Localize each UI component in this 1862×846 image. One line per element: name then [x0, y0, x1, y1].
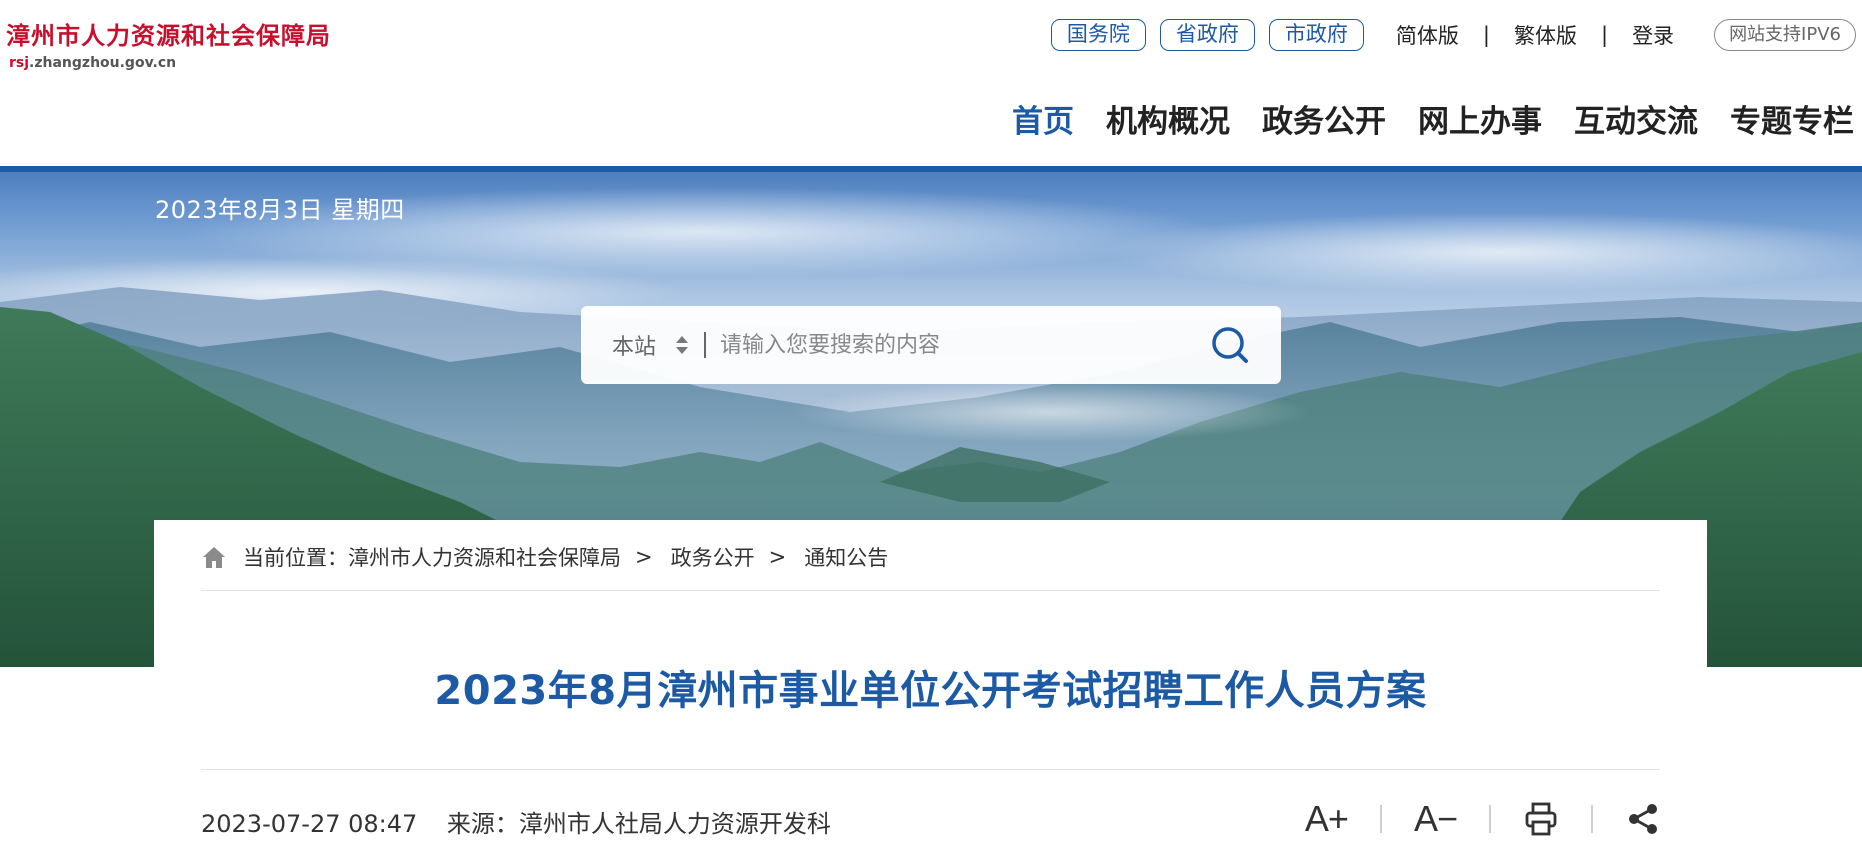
site-url: rsj.zhangzhou.gov.cn [9, 55, 331, 71]
search-scope-select[interactable]: 本站 [612, 329, 689, 361]
tool-separator [1489, 805, 1491, 833]
breadcrumb-item-government-affairs[interactable]: 政务公开 [671, 542, 755, 572]
search-divider [704, 332, 707, 358]
breadcrumb-prefix: 当前位置： [243, 546, 348, 570]
article-title: 2023年8月漳州市事业单位公开考试招聘工作人员方案 [434, 668, 1427, 714]
print-button[interactable] [1523, 798, 1559, 840]
search-input[interactable] [720, 332, 1181, 358]
breadcrumb-separator: > [768, 545, 787, 569]
tool-separator [1591, 805, 1593, 833]
tool-separator [1379, 805, 1382, 833]
font-decrease-button[interactable]: A− [1414, 798, 1458, 840]
breadcrumb-separator: > [635, 545, 653, 569]
lang-simplified-link[interactable]: 简体版 [1396, 20, 1459, 50]
article-tools: A+ A− [1305, 798, 1661, 840]
link-state-council[interactable]: 国务院 [1050, 19, 1146, 51]
breadcrumb-divider [201, 590, 1660, 591]
link-provincial-gov[interactable]: 省政府 [1159, 19, 1255, 51]
breadcrumb: 当前位置： 漳州市人力资源和社会保障局 > 政务公开 > 通知公告 [201, 542, 888, 572]
main-nav: 首页 机构概况 政务公开 网上办事 互动交流 专题专栏 [980, 96, 1854, 141]
site-url-domain: .zhangzhou.gov.cn [29, 55, 177, 71]
nav-online-services[interactable]: 网上办事 [1418, 96, 1542, 141]
title-divider [201, 769, 1660, 770]
sort-arrows-icon [676, 334, 689, 356]
ipv6-badge: 网站支持IPV6 [1714, 19, 1856, 51]
search-box: 本站 [581, 306, 1281, 384]
nav-organization[interactable]: 机构概况 [1106, 96, 1230, 141]
article-source: 来源：漳州市人社局人力资源开发科 [446, 810, 831, 838]
top-separator: | [1482, 23, 1490, 47]
nav-government-affairs[interactable]: 政务公开 [1262, 96, 1386, 141]
search-button[interactable] [1209, 324, 1251, 366]
lang-traditional-link[interactable]: 繁体版 [1514, 20, 1577, 50]
breadcrumb-item-home[interactable]: 漳州市人力资源和社会保障局 [348, 542, 621, 572]
search-icon [1212, 327, 1248, 363]
breadcrumb-item-notices[interactable]: 通知公告 [804, 542, 888, 572]
print-icon [1525, 802, 1557, 836]
site-logo[interactable]: 漳州市人力资源和社会保障局 rsj.zhangzhou.gov.cn [6, 16, 331, 71]
nav-interaction[interactable]: 互动交流 [1574, 96, 1698, 141]
article-card: 当前位置： 漳州市人力资源和社会保障局 > 政务公开 > 通知公告 2023年8… [154, 520, 1707, 846]
search-scope-label: 本站 [612, 335, 657, 360]
link-city-gov[interactable]: 市政府 [1268, 19, 1364, 51]
font-increase-button[interactable]: A+ [1305, 798, 1349, 840]
current-date: 2023年8月3日 星期四 [155, 196, 405, 224]
top-links: 国务院 省政府 市政府 简体版 | 繁体版 | 登录 网站支持IPV6 [1050, 18, 1856, 52]
article-datetime: 2023-07-27 08:47 [201, 810, 418, 838]
top-separator: | [1600, 23, 1609, 47]
login-link[interactable]: 登录 [1632, 20, 1674, 50]
share-button[interactable] [1625, 798, 1661, 840]
site-url-prefix: rsj [9, 55, 30, 71]
home-icon [203, 547, 225, 568]
site-header: 漳州市人力资源和社会保障局 rsj.zhangzhou.gov.cn 国务院 省… [0, 0, 1862, 168]
nav-home[interactable]: 首页 [1012, 96, 1074, 141]
site-name: 漳州市人力资源和社会保障局 [6, 21, 331, 50]
article-meta: 2023-07-27 08:47 来源：漳州市人社局人力资源开发科 [201, 804, 831, 839]
share-icon [1629, 804, 1657, 834]
nav-special-topics[interactable]: 专题专栏 [1730, 96, 1854, 141]
